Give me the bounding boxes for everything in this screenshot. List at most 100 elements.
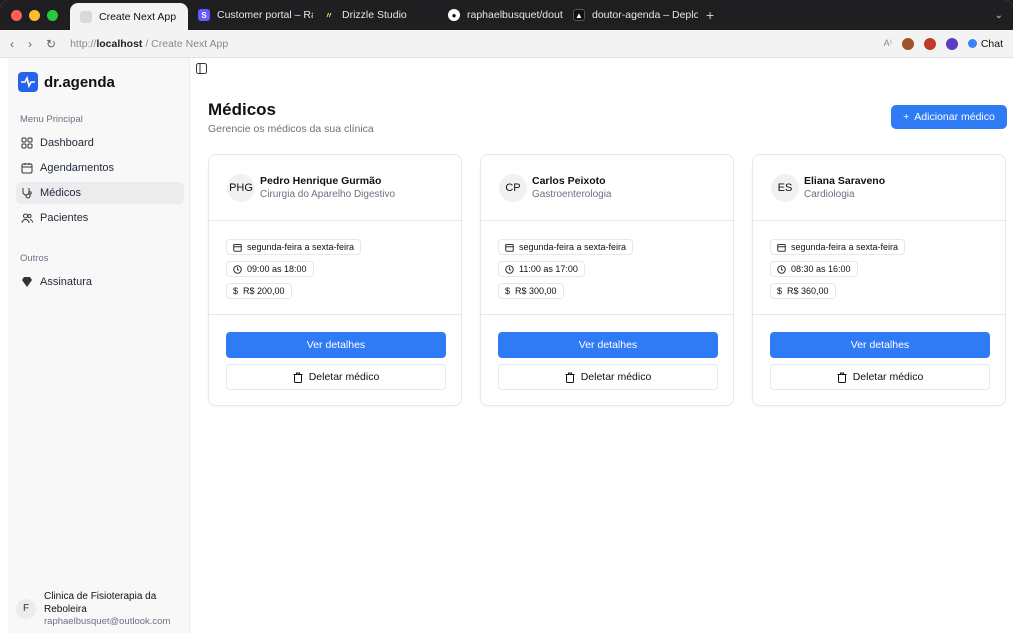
doctor-card: PHG Pedro Henrique Gurmão Cirurgia do Ap… [208, 154, 462, 406]
tab-vercel[interactable]: ▲ doutor-agenda – Deplo [563, 0, 698, 30]
github-icon: ● [448, 9, 460, 21]
sidebar-item-dashboard[interactable]: Dashboard [16, 132, 184, 154]
doctor-specialty: Cirurgia do Aparelho Digestivo [260, 189, 396, 200]
calendar-icon [21, 163, 33, 174]
tab-drizzle-studio[interactable]: 〃 Drizzle Studio [313, 0, 438, 30]
tab-overflow-icon[interactable]: ⌄ [995, 10, 1013, 21]
add-doctor-button[interactable]: + Adicionar médico [891, 105, 1007, 129]
url-scheme: http:// [70, 37, 97, 50]
price-badge: $ R$ 360,00 [770, 283, 836, 299]
tab-customer-portal[interactable]: S Customer portal – Rap [188, 0, 313, 30]
cookie-extension-icon[interactable] [901, 37, 914, 50]
others-group-label: Outros [20, 253, 49, 264]
browser-window: Create Next App S Customer portal – Rap … [0, 0, 1013, 633]
trash-icon [837, 372, 847, 383]
window-controls [0, 9, 70, 21]
doctor-name: Eliana Saraveno [804, 175, 886, 187]
page-title: Médicos [208, 100, 277, 119]
users-icon [21, 213, 33, 224]
user-info: Clinica de Fisioterapia da Reboleira rap… [44, 590, 186, 627]
url-page-title: / Create Next App [142, 37, 229, 50]
view-details-button[interactable]: Ver detalhes [770, 332, 990, 358]
calendar-icon [777, 243, 786, 252]
drizzle-icon: 〃 [325, 10, 333, 20]
availability-days-badge: segunda-feira a sexta-feira [498, 239, 634, 255]
clock-icon [233, 264, 242, 274]
doctor-card-header: ES Eliana Saraveno Cardiologia [753, 155, 1005, 221]
doctor-card-info: segunda-feira a sexta-feira 11:00 as 17:… [481, 221, 733, 315]
tab-github[interactable]: ● raphaelbusquet/doutor [438, 0, 563, 30]
delete-doctor-button[interactable]: Deletar médico [226, 364, 446, 390]
doctor-specialty: Gastroenterologia [532, 189, 612, 200]
doctor-avatar: PHG [227, 174, 255, 202]
calendar-icon [505, 243, 514, 252]
doctor-avatar: ES [771, 174, 799, 202]
doctor-card-header: PHG Pedro Henrique Gurmão Cirurgia do Ap… [209, 155, 461, 221]
brand-name: dr.agenda [44, 73, 115, 91]
doctor-card-header: CP Carlos Peixoto Gastroenterologia [481, 155, 733, 221]
availability-days-badge: segunda-feira a sexta-feira [226, 239, 362, 255]
brand[interactable]: dr.agenda [18, 72, 115, 92]
sidebar-item-pacientes[interactable]: Pacientes [16, 207, 184, 229]
chat-icon [967, 39, 977, 48]
dollar-icon: $ [233, 286, 239, 296]
url-host: localhost [96, 37, 143, 50]
chat-button[interactable]: Chat [967, 38, 1003, 50]
doctor-card-info: segunda-feira a sexta-feira 09:00 as 18:… [209, 221, 461, 315]
reload-icon[interactable]: ↻ [46, 37, 56, 51]
availability-days-badge: segunda-feira a sexta-feira [770, 239, 906, 255]
main-content: Médicos Gerencie os médicos da sua clíni… [190, 58, 1013, 633]
doctor-avatar: CP [499, 174, 527, 202]
clock-icon [777, 264, 786, 274]
read-aloud-icon[interactable]: A⁾ [884, 38, 892, 49]
new-tab-button[interactable]: + [698, 7, 722, 23]
sidebar-toggle-icon[interactable] [196, 63, 207, 77]
availability-hours-badge: 11:00 as 17:00 [498, 261, 585, 277]
user-email: raphaelbusquet@outlook.com [44, 616, 171, 627]
record-extension-icon[interactable] [923, 37, 936, 50]
page-icon [80, 10, 92, 23]
sidebar-item-medicos[interactable]: Médicos [16, 182, 184, 204]
minimize-window-button[interactable] [29, 9, 40, 21]
avatar: F [16, 598, 36, 619]
address-bar: ‹ › ↻ http://localhost / Create Next App… [0, 30, 1013, 58]
dollar-icon: $ [505, 286, 511, 296]
doctor-card: ES Eliana Saraveno Cardiologia segunda-f… [752, 154, 1006, 406]
calendar-icon [233, 243, 242, 252]
delete-doctor-button[interactable]: Deletar médico [770, 364, 990, 390]
view-details-button[interactable]: Ver detalhes [498, 332, 718, 358]
url-field[interactable]: http://localhost / Create Next App [70, 38, 228, 50]
forward-icon[interactable]: › [28, 37, 32, 51]
trash-icon [565, 372, 575, 383]
doctor-specialty: Cardiologia [804, 189, 855, 200]
availability-hours-badge: 08:30 as 16:00 [770, 261, 858, 277]
stripe-icon: S [198, 9, 210, 21]
doctor-card-info: segunda-feira a sexta-feira 08:30 as 16:… [753, 221, 1005, 315]
back-icon[interactable]: ‹ [10, 37, 14, 51]
toolbar-extensions: A⁾ Chat [884, 37, 1003, 50]
gem-icon [22, 277, 32, 287]
doctor-name: Pedro Henrique Gurmão [260, 175, 382, 187]
dollar-icon: $ [777, 286, 783, 296]
tab-create-next-app[interactable]: Create Next App [70, 3, 188, 30]
clock-icon [505, 264, 514, 274]
close-window-button[interactable] [11, 9, 22, 21]
tab-bar: Create Next App S Customer portal – Rap … [0, 0, 1013, 30]
maximize-window-button[interactable] [47, 9, 58, 21]
user-account[interactable]: F Clinica de Fisioterapia da Reboleira r… [16, 590, 186, 627]
vercel-icon: ▲ [573, 9, 585, 21]
stethoscope-icon [22, 188, 32, 199]
pulse-logo-icon [18, 72, 38, 92]
view-details-button[interactable]: Ver detalhes [226, 332, 446, 358]
clinic-name: Clinica de Fisioterapia da Reboleira [44, 591, 157, 615]
sidebar-item-agendamentos[interactable]: Agendamentos [16, 157, 184, 179]
plus-icon: + [903, 111, 910, 123]
doctor-name: Carlos Peixoto [532, 175, 606, 187]
page-subtitle: Gerencie os médicos da sua clínica [208, 123, 374, 135]
sidebar-item-assinatura[interactable]: Assinatura [16, 271, 184, 293]
delete-doctor-button[interactable]: Deletar médico [498, 364, 718, 390]
trash-icon [293, 372, 303, 383]
extension-icon[interactable] [945, 37, 958, 50]
availability-hours-badge: 09:00 as 18:00 [226, 261, 314, 277]
sidebar: dr.agenda Menu Principal Dashboard Agend… [8, 58, 190, 633]
